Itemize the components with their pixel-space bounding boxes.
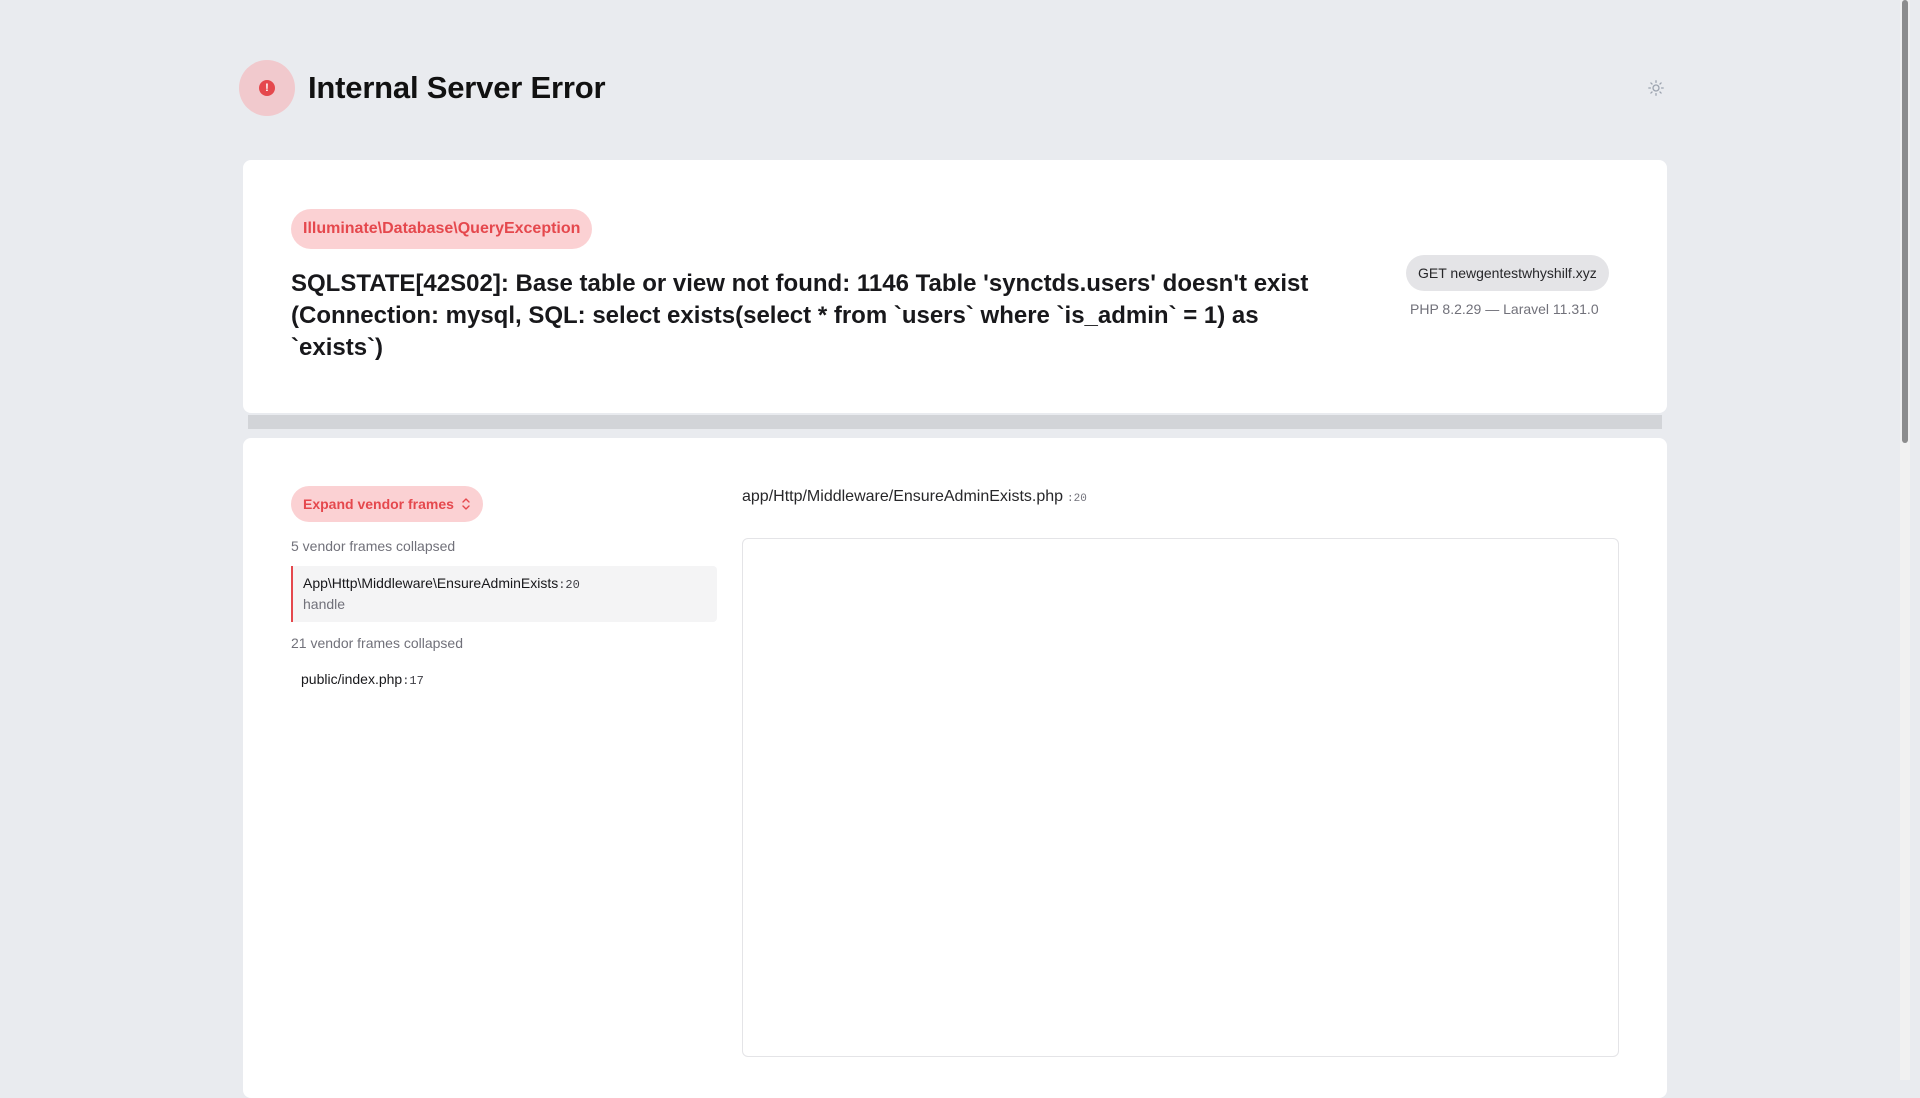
version-info: PHP 8.2.29 — Laravel 11.31.0 (1410, 301, 1599, 317)
scrollbar[interactable] (1900, 0, 1910, 1080)
expand-vendor-frames-button[interactable]: Expand vendor frames (291, 486, 483, 522)
frame-file: public/index.php (301, 671, 403, 687)
sun-icon[interactable] (1646, 78, 1666, 98)
frame-line-number: :17 (402, 674, 424, 688)
vendor-frames-collapsed-note[interactable]: 5 vendor frames collapsed (291, 538, 455, 554)
code-file-path: app/Http/Middleware/EnsureAdminExists.ph… (742, 488, 1087, 506)
frame-class: App\Http\Middleware\EnsureAdminExists (303, 575, 559, 591)
alert-dot: ! (259, 80, 275, 96)
code-viewer[interactable] (742, 538, 1619, 1057)
error-page: ! Internal Server Error Illuminate\Datab… (0, 0, 1910, 1098)
request-badge: GET newgentestwhyshilf.xyz (1406, 255, 1609, 291)
error-card: Illuminate\Database\QueryException SQLST… (243, 160, 1667, 413)
error-message: SQLSTATE[42S02]: Base table or view not … (291, 270, 1309, 361)
stack-frame[interactable]: public/index.php:17 (301, 671, 424, 688)
frame-method: handle (303, 596, 346, 612)
file-path-text: app/Http/Middleware/EnsureAdminExists.ph… (742, 488, 1064, 505)
page-header: ! Internal Server Error (239, 60, 606, 116)
scrollbar-thumb[interactable] (1902, 0, 1908, 443)
expand-vendor-frames-label: Expand vendor frames (303, 496, 454, 512)
section-divider (248, 415, 1662, 429)
frame-line-number: :20 (558, 578, 580, 592)
file-line-number: :20 (1067, 493, 1087, 505)
chevron-up-down-icon (461, 497, 471, 511)
stack-trace-card: Expand vendor frames 5 vendor frames col… (243, 438, 1667, 1098)
alert-icon: ! (239, 60, 295, 116)
page-title: Internal Server Error (308, 70, 606, 105)
stack-frame-active[interactable]: App\Http\Middleware\EnsureAdminExists:20… (291, 566, 717, 622)
exception-class-badge[interactable]: Illuminate\Database\QueryException (291, 209, 593, 249)
vendor-frames-collapsed-note-2[interactable]: 21 vendor frames collapsed (291, 635, 463, 651)
